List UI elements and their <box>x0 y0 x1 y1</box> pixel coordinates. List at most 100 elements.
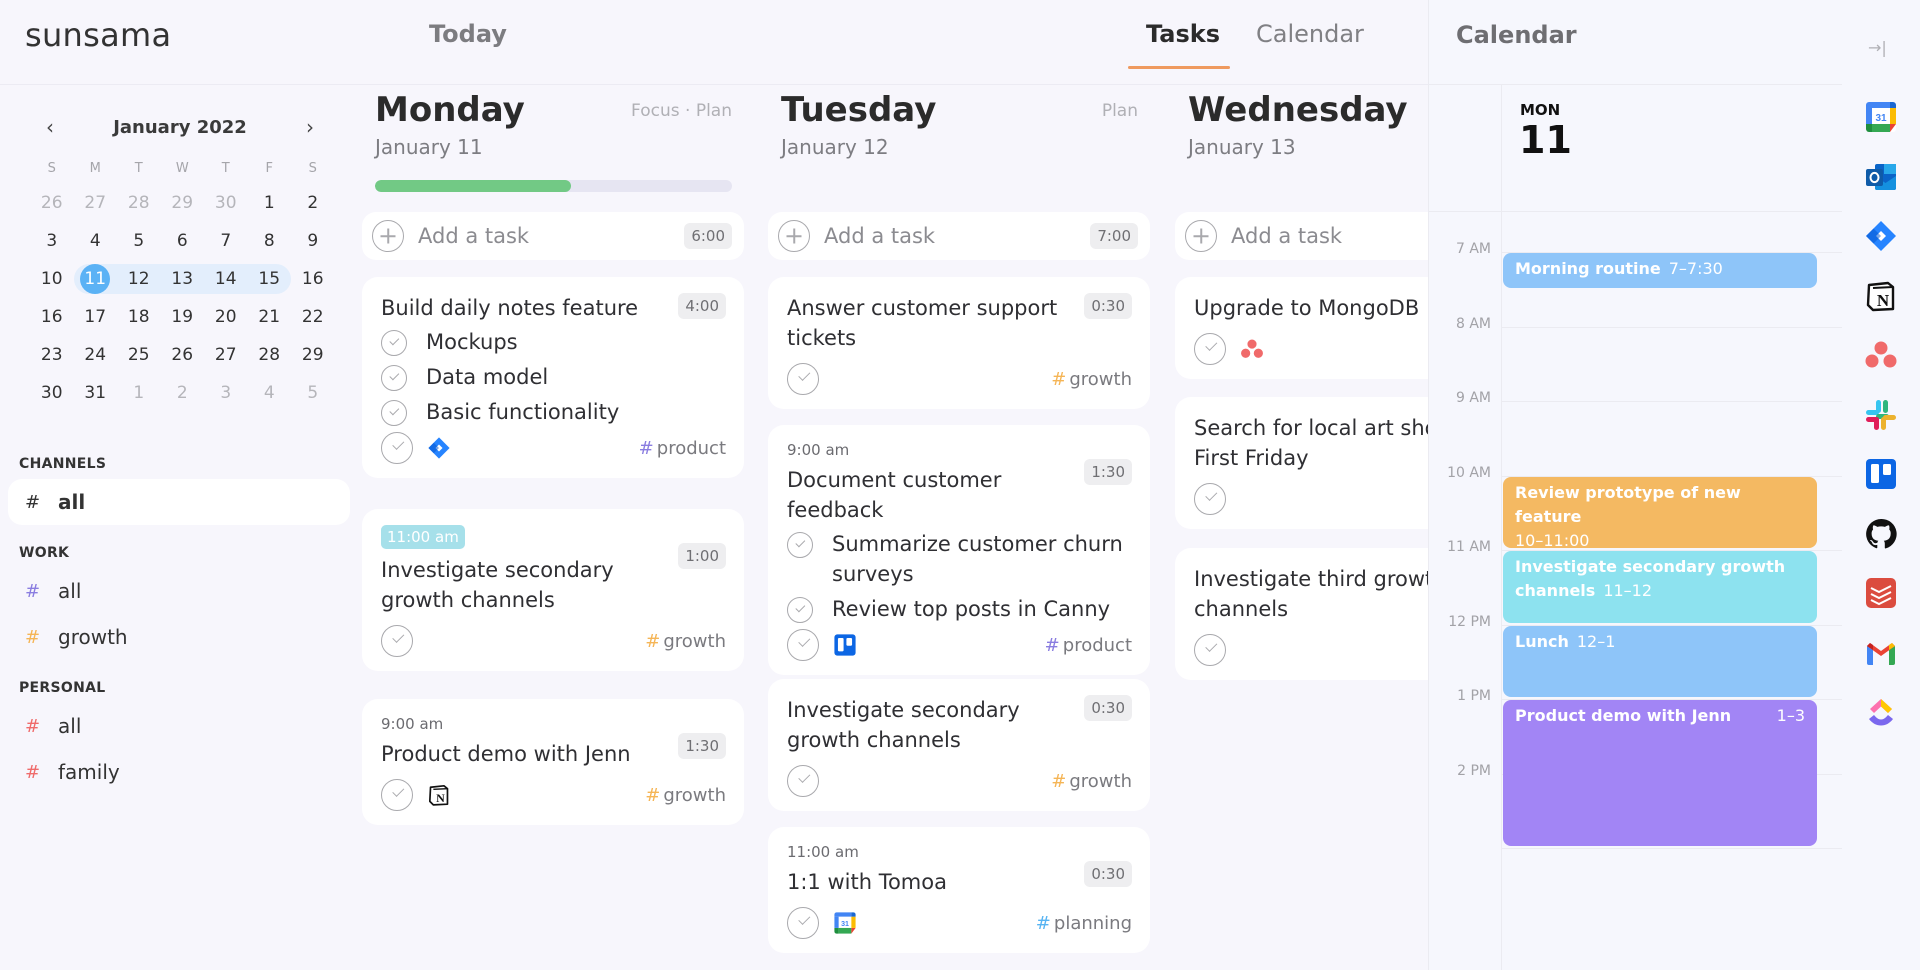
google-calendar-icon[interactable]: 31 <box>1864 100 1898 134</box>
task-duration-badge[interactable]: 1:00 <box>678 543 726 569</box>
todoist-icon[interactable] <box>1864 576 1898 610</box>
mini-calendar-day[interactable]: 29 <box>291 336 335 374</box>
channel-tag[interactable]: # growth <box>1051 369 1132 390</box>
add-task-input[interactable]: Add a task 6:00 <box>362 212 744 260</box>
channel-tag[interactable]: # planning <box>1036 913 1132 934</box>
mini-calendar-day[interactable]: 5 <box>291 374 335 412</box>
task-card[interactable]: Upgrade to MongoDB <box>1175 277 1428 379</box>
mini-calendar-day[interactable]: 9 <box>291 222 335 260</box>
complete-task-check-icon[interactable] <box>1194 483 1226 515</box>
subtask-check-icon[interactable] <box>381 400 407 426</box>
mini-calendar-day[interactable]: 23 <box>30 336 74 374</box>
mini-calendar-day[interactable]: 25 <box>117 336 161 374</box>
channel-tag[interactable]: # growth <box>645 785 726 806</box>
channel-tag[interactable]: # growth <box>645 631 726 652</box>
task-card[interactable]: Answer customer support tickets 0:30 # grow… <box>768 277 1150 409</box>
tab-calendar[interactable]: Calendar <box>1256 20 1364 48</box>
collapse-panel-icon[interactable]: →| <box>1868 38 1887 57</box>
day-action-plan-button[interactable]: Plan <box>1102 101 1138 121</box>
complete-task-check-icon[interactable] <box>381 625 413 657</box>
mini-calendar-day[interactable]: 14 <box>204 264 248 294</box>
subtask-check-icon[interactable] <box>381 330 407 356</box>
mini-calendar-day[interactable]: 27 <box>204 336 248 374</box>
mini-calendar-day[interactable]: 2 <box>161 374 205 412</box>
mini-calendar-day[interactable]: 24 <box>74 336 118 374</box>
complete-task-check-icon[interactable] <box>1194 333 1226 365</box>
plus-icon[interactable] <box>1185 220 1217 252</box>
jira-icon[interactable] <box>1864 219 1898 253</box>
mini-calendar-day[interactable]: 8 <box>248 222 292 260</box>
mini-calendar-day[interactable]: 30 <box>204 184 248 222</box>
github-icon[interactable] <box>1864 517 1898 551</box>
mini-calendar-day[interactable]: 12 <box>117 264 161 294</box>
mini-calendar-day[interactable]: 15 <box>247 264 291 294</box>
complete-task-check-icon[interactable] <box>787 363 819 395</box>
subtask-check-icon[interactable] <box>787 532 813 558</box>
plus-icon[interactable] <box>372 220 404 252</box>
day-action-focus-button[interactable]: Focus <box>631 101 680 121</box>
mini-calendar-day[interactable]: 16 <box>291 260 335 298</box>
chevron-right-icon[interactable]: › <box>300 115 320 139</box>
mini-calendar-day[interactable]: 26 <box>161 336 205 374</box>
task-card[interactable]: 9:00 am Product demo with Jenn 1:30 N # growt… <box>362 699 744 825</box>
mini-calendar-day[interactable]: 28 <box>248 336 292 374</box>
complete-task-check-icon[interactable] <box>787 765 819 797</box>
channel-tag[interactable]: # product <box>639 438 726 459</box>
complete-task-check-icon[interactable] <box>381 432 413 464</box>
mini-calendar-day[interactable]: 28 <box>117 184 161 222</box>
mini-calendar-day[interactable]: 1 <box>117 374 161 412</box>
chevron-left-icon[interactable]: ‹ <box>40 115 60 139</box>
add-task-input[interactable]: Add a task 7:00 <box>768 212 1150 260</box>
channel-item-work-growth[interactable]: # growth <box>8 614 350 660</box>
channel-item-personal-all[interactable]: # all <box>8 703 350 749</box>
complete-task-check-icon[interactable] <box>787 907 819 939</box>
calendar-event[interactable]: Review prototype of new feature 10–11:00 <box>1503 476 1817 550</box>
mini-calendar-day[interactable]: 4 <box>74 222 118 260</box>
task-card[interactable]: Search for local art shows on First Frid… <box>1175 397 1428 529</box>
mini-calendar-day[interactable]: 17 <box>74 298 118 336</box>
tab-tasks[interactable]: Tasks <box>1146 20 1220 48</box>
channel-item-work-all[interactable]: # all <box>8 568 350 614</box>
task-card[interactable]: 11:00 am 1:1 with Tomoa 0:30 31 # planning <box>768 827 1150 953</box>
mini-calendar-day[interactable]: 3 <box>204 374 248 412</box>
mini-calendar-day[interactable]: 30 <box>30 374 74 412</box>
task-card[interactable]: 9:00 am Document customer feedback 1:30 Sum… <box>768 425 1150 675</box>
task-card[interactable]: Build daily notes feature 4:00 Mockups Data… <box>362 277 744 478</box>
trello-icon[interactable] <box>1864 457 1898 491</box>
task-duration-badge[interactable]: 4:00 <box>678 293 726 319</box>
subtask-check-icon[interactable] <box>381 365 407 391</box>
task-card[interactable]: Investigate third growth channels <box>1175 548 1428 680</box>
complete-task-check-icon[interactable] <box>381 779 413 811</box>
task-duration-badge[interactable]: 0:30 <box>1084 293 1132 319</box>
calendar-event[interactable]: Product demo with Jenn 1–3 <box>1503 700 1817 846</box>
mini-calendar-day[interactable]: 3 <box>30 222 74 260</box>
mini-calendar-day[interactable]: 1 <box>248 184 292 222</box>
mini-calendar-day[interactable]: 5 <box>117 222 161 260</box>
mini-calendar-day[interactable]: 19 <box>161 298 205 336</box>
mini-calendar-day[interactable]: 18 <box>117 298 161 336</box>
mini-calendar-day[interactable]: 31 <box>74 374 118 412</box>
mini-calendar-day[interactable]: 21 <box>248 298 292 336</box>
subtask-check-icon[interactable] <box>787 597 813 623</box>
gmail-icon[interactable] <box>1864 636 1898 670</box>
mini-calendar-day-selected[interactable]: 11 <box>73 264 117 294</box>
channel-tag[interactable]: # product <box>1045 635 1132 656</box>
mini-calendar-day[interactable]: 22 <box>291 298 335 336</box>
slack-icon[interactable] <box>1864 398 1898 432</box>
mini-calendar-day[interactable]: 26 <box>30 184 74 222</box>
outlook-icon[interactable] <box>1864 160 1898 194</box>
mini-calendar-day[interactable]: 13 <box>160 264 204 294</box>
clickup-icon[interactable] <box>1864 695 1898 729</box>
mini-calendar-day[interactable]: 27 <box>74 184 118 222</box>
channel-item-personal-family[interactable]: # family <box>8 749 350 795</box>
calendar-event[interactable]: Investigate secondary growth channels 11–… <box>1503 551 1817 623</box>
task-card[interactable]: 11:00 am Investigate secondary growth cha… <box>362 509 744 671</box>
channel-tag[interactable]: # growth <box>1051 771 1132 792</box>
notion-icon[interactable]: N <box>1864 279 1898 313</box>
task-duration-badge[interactable]: 1:30 <box>1084 459 1132 485</box>
mini-calendar-day[interactable]: 29 <box>161 184 205 222</box>
channel-item-channels-all[interactable]: # all <box>8 479 350 525</box>
task-duration-badge[interactable]: 1:30 <box>678 733 726 759</box>
mini-calendar-day[interactable]: 16 <box>30 298 74 336</box>
task-duration-badge[interactable]: 0:30 <box>1084 695 1132 721</box>
